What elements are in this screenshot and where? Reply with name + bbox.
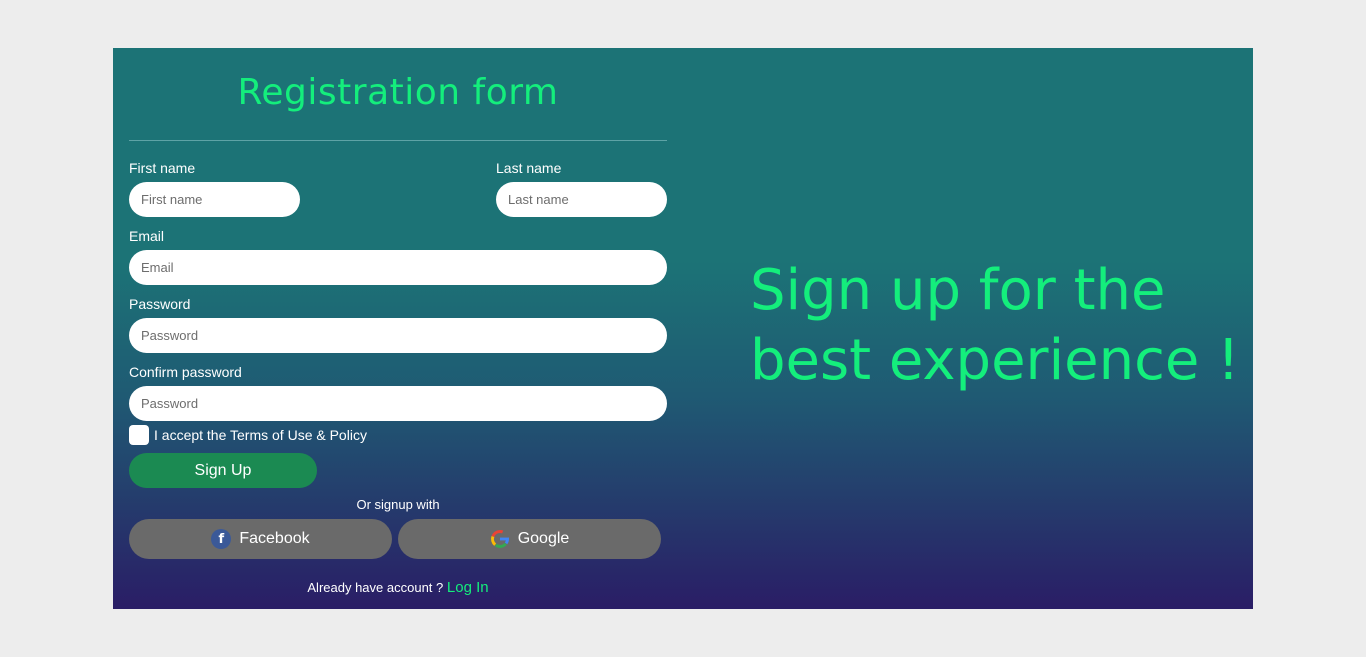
or-signup-text: Or signup with	[356, 497, 440, 512]
login-prompt-text: Already have account ?	[307, 580, 444, 595]
email-input[interactable]	[129, 250, 667, 285]
terms-checkbox[interactable]	[129, 425, 149, 445]
google-icon	[490, 530, 509, 548]
email-label: Email	[129, 228, 165, 244]
first-name-label: First name	[129, 160, 196, 176]
facebook-button[interactable]: f Facebook	[129, 519, 392, 559]
password-label: Password	[129, 296, 191, 312]
confirm-password-label: Confirm password	[129, 364, 242, 380]
last-name-input[interactable]	[496, 182, 667, 217]
registration-card: Registration form First name Last name E…	[113, 48, 1253, 609]
first-name-input[interactable]	[129, 182, 300, 217]
google-label: Google	[517, 530, 570, 547]
hero-line-1: Sign up for the	[750, 258, 1166, 323]
login-link[interactable]: Log In	[447, 579, 489, 596]
facebook-icon: f	[211, 529, 232, 549]
facebook-label: Facebook	[239, 530, 310, 547]
hero-tagline: Sign up for the best experience !	[750, 256, 1250, 396]
title-divider	[129, 140, 667, 141]
sign-up-button[interactable]: Sign Up	[129, 453, 317, 488]
terms-label[interactable]: I accept the Terms of Use & Policy	[154, 427, 367, 443]
last-name-label: Last name	[496, 160, 562, 176]
password-input[interactable]	[129, 318, 667, 353]
confirm-password-input[interactable]	[129, 386, 667, 421]
google-button[interactable]: Google	[398, 519, 661, 559]
form-title: Registration form	[237, 72, 559, 113]
hero-line-2: best experience !	[750, 328, 1240, 393]
login-prompt: Already have account ? Log In	[129, 579, 667, 596]
